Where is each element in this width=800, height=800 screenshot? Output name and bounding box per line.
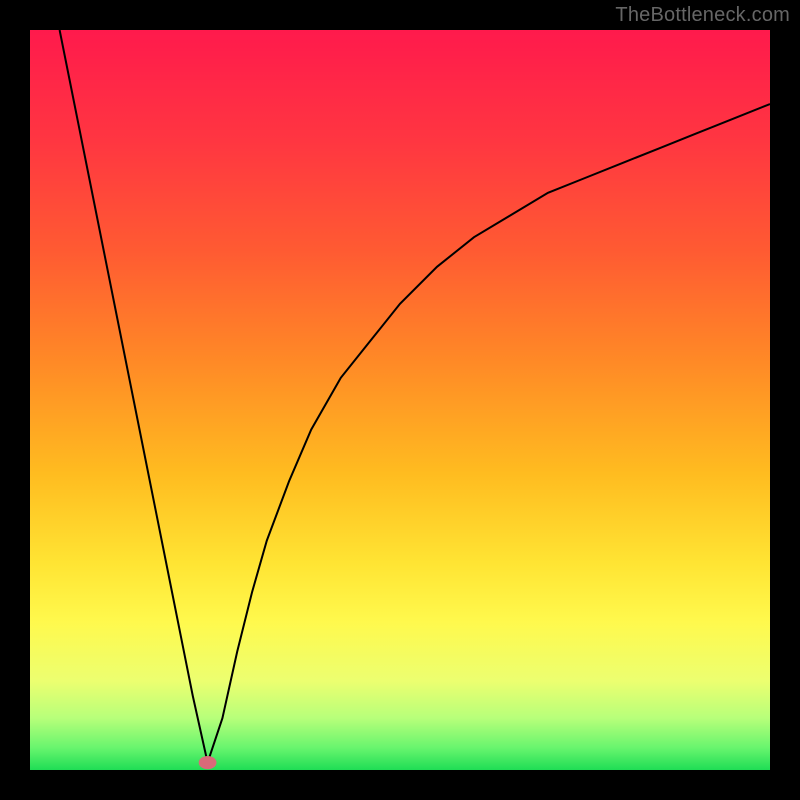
chart-plot	[30, 30, 770, 770]
chart-minimum-marker	[199, 756, 217, 769]
watermark-text: TheBottleneck.com	[615, 4, 790, 27]
chart-frame: TheBottleneck.com	[0, 0, 800, 800]
chart-background	[30, 30, 770, 770]
